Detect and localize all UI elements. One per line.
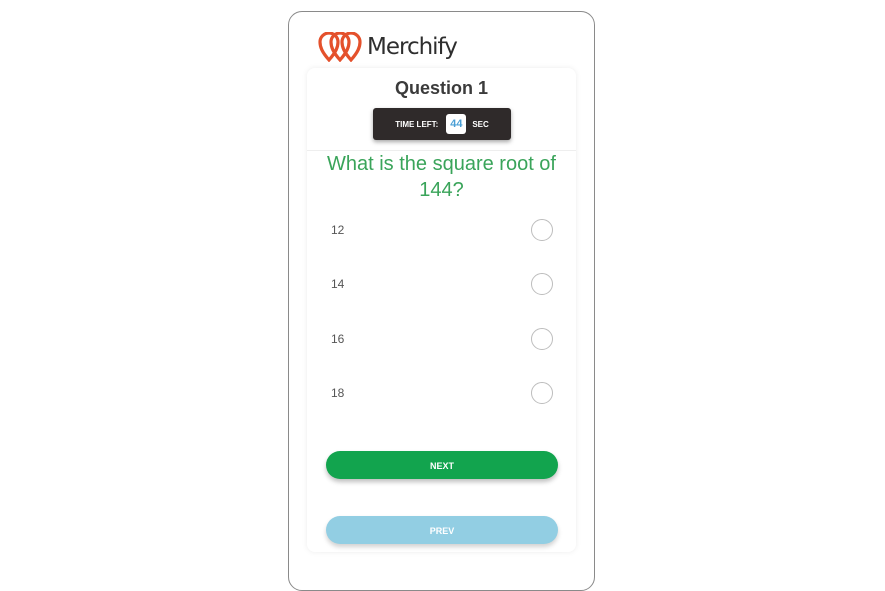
timer-badge: TIME LEFT: 44 SEC [373, 108, 511, 140]
radio-button[interactable] [531, 382, 553, 404]
prev-button[interactable]: PREV [326, 516, 558, 544]
phone-frame: Merchify Question 1 TIME LEFT: 44 SEC Wh… [288, 11, 595, 591]
timer-value: 44 [446, 114, 467, 134]
answer-option[interactable]: 16 [331, 325, 553, 353]
question-title: Question 1 [394, 78, 488, 98]
answer-option[interactable]: 18 [331, 379, 553, 407]
option-label: 16 [331, 332, 345, 346]
next-button[interactable]: NEXT [326, 451, 558, 479]
brand-name: Merchify [367, 34, 458, 60]
timer-label: TIME LEFT: [395, 119, 439, 129]
timer-unit: SEC [472, 119, 489, 129]
merchify-logo-icon [318, 32, 362, 62]
brand-header: Merchify [318, 31, 458, 63]
option-label: 12 [331, 223, 345, 237]
option-label: 14 [331, 277, 345, 291]
quiz-card: Question 1 TIME LEFT: 44 SEC What is the… [307, 68, 576, 552]
question-text: What is the square root of 144? [326, 153, 556, 201]
answer-option[interactable]: 12 [331, 216, 553, 244]
answer-option[interactable]: 14 [331, 270, 553, 298]
radio-button[interactable] [531, 273, 553, 295]
radio-button[interactable] [531, 328, 553, 350]
radio-button[interactable] [531, 219, 553, 241]
option-label: 18 [331, 386, 345, 400]
